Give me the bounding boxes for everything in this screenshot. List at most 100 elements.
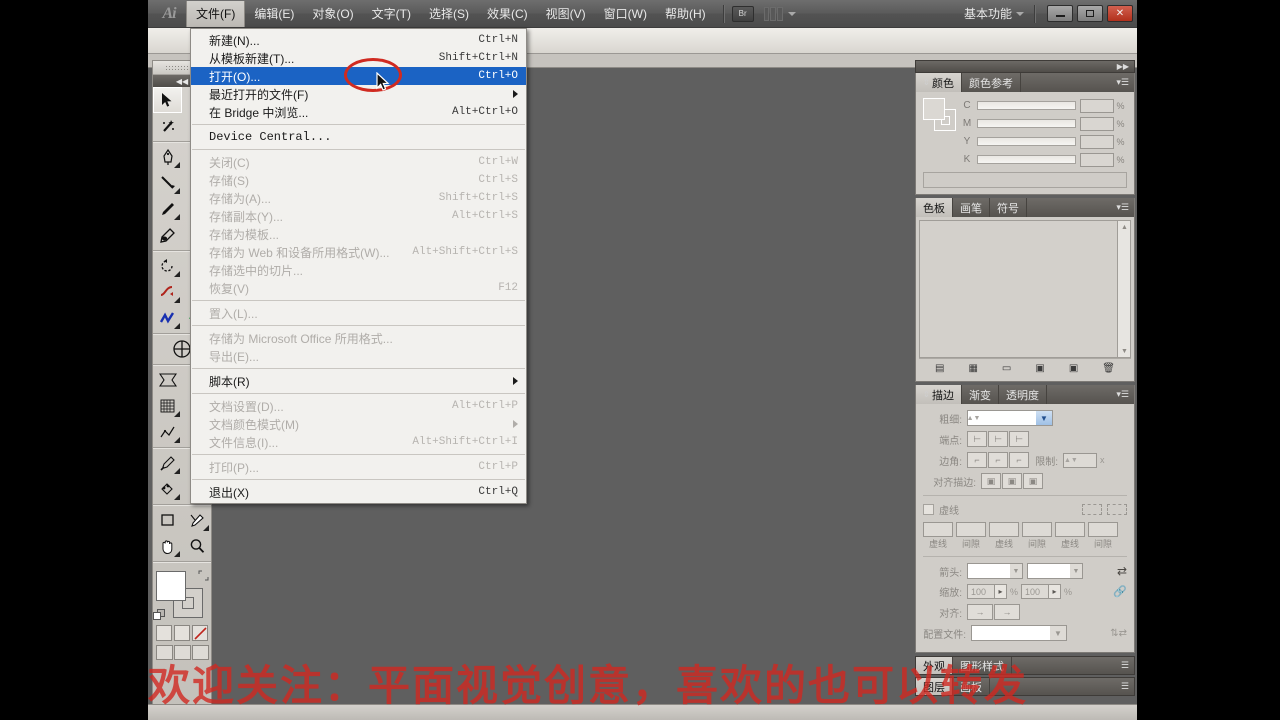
- delete-swatch-icon[interactable]: 🗑: [1102, 363, 1115, 374]
- show-swatch-kinds-icon[interactable]: ▦: [968, 363, 977, 374]
- arrange-documents-icon[interactable]: [763, 6, 784, 21]
- slice-tool[interactable]: [182, 507, 211, 533]
- tab-layers[interactable]: 图层: [916, 678, 953, 695]
- shape-builder-tool[interactable]: [153, 305, 182, 331]
- hand-tool[interactable]: [153, 533, 182, 559]
- artboard-tool[interactable]: [153, 507, 182, 533]
- file-menu-item[interactable]: 脚本(R): [191, 372, 526, 390]
- stroke-limit-input[interactable]: ▲▼: [1063, 452, 1097, 468]
- symbol-sprayer-tool[interactable]: [153, 393, 182, 419]
- appearance-panel-menu-icon[interactable]: ☰: [1116, 657, 1134, 674]
- go-to-bridge-icon[interactable]: Br: [731, 5, 754, 22]
- arrow-scale-end-stepper-icon[interactable]: ▸: [1048, 585, 1061, 598]
- paintbrush-tool[interactable]: [153, 196, 182, 222]
- round-join-button[interactable]: ⌐: [988, 452, 1008, 468]
- color-spectrum-ramp[interactable]: [923, 172, 1127, 188]
- live-paint-bucket-tool[interactable]: [153, 476, 182, 502]
- arrowhead-start-select[interactable]: ▼: [967, 563, 1023, 579]
- file-menu-item[interactable]: Device Central...: [191, 128, 526, 146]
- workspace-switcher[interactable]: 基本功能 ✕: [964, 4, 1137, 23]
- scroll-up-icon[interactable]: ▲: [1118, 221, 1131, 233]
- menu-item-view[interactable]: 视图(V): [537, 1, 595, 27]
- arrow-scale-start-input[interactable]: 100 ▸: [967, 584, 1007, 599]
- arrowhead-end-chevron-icon[interactable]: ▼: [1070, 564, 1082, 578]
- color-fill-button[interactable]: [156, 625, 172, 641]
- butt-cap-button[interactable]: ⊢: [967, 431, 987, 447]
- fill-color-swatch[interactable]: [156, 571, 186, 601]
- arrange-chevron-down-icon[interactable]: [787, 11, 796, 16]
- swatches-scrollbar[interactable]: ▲ ▼: [1117, 221, 1130, 357]
- fill-and-stroke-control[interactable]: [153, 568, 211, 622]
- extend-arrow-beyond-end-button[interactable]: →: [967, 604, 993, 620]
- place-arrow-at-end-button[interactable]: →: [994, 604, 1020, 620]
- color-fill-proxy[interactable]: [923, 98, 945, 120]
- stroke-weight-chevron-down-icon[interactable]: ▼: [1036, 411, 1052, 425]
- pen-tool[interactable]: [153, 144, 182, 170]
- magic-wand-tool[interactable]: [153, 113, 182, 139]
- arrow-scale-start-stepper-icon[interactable]: ▸: [994, 585, 1006, 598]
- dash-input-3[interactable]: [1055, 522, 1085, 537]
- channel-c-field[interactable]: [1080, 98, 1114, 113]
- default-fill-stroke-icon[interactable]: [153, 609, 166, 622]
- link-arrow-scales-icon[interactable]: 🔗: [1113, 585, 1127, 598]
- zoom-tool[interactable]: [182, 533, 211, 559]
- file-menu-item[interactable]: 新建(N)... Ctrl+N: [191, 31, 526, 49]
- color-panel-menu-icon[interactable]: ▾☰: [1111, 73, 1134, 92]
- color-fill-stroke-proxy[interactable]: [923, 98, 957, 132]
- tab-gradient[interactable]: 渐变: [962, 385, 999, 404]
- stroke-weight-stepper-icon[interactable]: ▲▼: [967, 411, 981, 425]
- line-segment-tool[interactable]: [153, 170, 182, 196]
- menu-item-file[interactable]: 文件(F): [186, 0, 246, 27]
- rotate-tool[interactable]: [153, 253, 182, 279]
- tab-artboards[interactable]: 画板: [953, 678, 990, 695]
- stroke-limit-stepper-icon[interactable]: ▲▼: [1064, 457, 1078, 464]
- gradient-tool[interactable]: [153, 367, 182, 393]
- tab-swatches[interactable]: 色板: [916, 198, 953, 217]
- align-stroke-center-button[interactable]: ▣: [981, 473, 1001, 489]
- channel-y-slider[interactable]: [977, 137, 1076, 146]
- swatches-grid[interactable]: ▲ ▼: [919, 220, 1131, 358]
- projecting-cap-button[interactable]: ⊢: [1009, 431, 1029, 447]
- window-close-button[interactable]: ✕: [1107, 5, 1133, 22]
- normal-screen-mode-button[interactable]: [155, 645, 173, 660]
- blob-brush-tool[interactable]: [153, 222, 182, 248]
- tab-brushes[interactable]: 画笔: [953, 198, 990, 217]
- channel-y-field[interactable]: [1080, 134, 1114, 149]
- selection-tool[interactable]: [153, 87, 182, 113]
- swatch-options-icon[interactable]: ▭: [1002, 363, 1011, 374]
- menu-item-select[interactable]: 选择(S): [420, 1, 478, 27]
- menu-item-object[interactable]: 对象(O): [303, 1, 362, 27]
- file-menu-item[interactable]: 在 Bridge 中浏览... Alt+Ctrl+O: [191, 103, 526, 121]
- arrowhead-end-select[interactable]: ▼: [1027, 563, 1083, 579]
- channel-k-field[interactable]: [1080, 152, 1114, 167]
- tab-graphic-styles[interactable]: 图形样式: [953, 657, 1012, 674]
- channel-c-slider[interactable]: [977, 101, 1076, 110]
- channel-m-field[interactable]: [1080, 116, 1114, 131]
- miter-join-button[interactable]: ⌐: [967, 452, 987, 468]
- tab-color[interactable]: ⇕ 颜色: [916, 73, 962, 92]
- layers-panel-menu-icon[interactable]: ☰: [1116, 678, 1134, 695]
- width-profile-select[interactable]: ▼: [971, 625, 1067, 641]
- dash-preserve-exact-icon[interactable]: [1082, 504, 1102, 515]
- flip-profile-icons[interactable]: ⇅⇄: [1110, 628, 1127, 639]
- dash-input-1[interactable]: [923, 522, 953, 537]
- file-menu-item[interactable]: 退出(X) Ctrl+Q: [191, 483, 526, 501]
- window-restore-button[interactable]: [1077, 5, 1103, 22]
- swap-arrowheads-icon[interactable]: ⇄: [1117, 564, 1127, 578]
- menu-item-window[interactable]: 窗口(W): [595, 1, 656, 27]
- channel-k-slider[interactable]: [977, 155, 1076, 164]
- window-minimize-button[interactable]: [1047, 5, 1073, 22]
- tab-symbols[interactable]: 符号: [990, 198, 1027, 217]
- gap-input-2[interactable]: [1022, 522, 1052, 537]
- dash-input-2[interactable]: [989, 522, 1019, 537]
- swatches-panel-menu-icon[interactable]: ▾☰: [1111, 198, 1134, 217]
- channel-m-slider[interactable]: [977, 119, 1076, 128]
- gap-input-1[interactable]: [956, 522, 986, 537]
- menu-item-type[interactable]: 文字(T): [363, 1, 420, 27]
- full-screen-menubar-mode-button[interactable]: [173, 645, 191, 660]
- arrow-scale-end-input[interactable]: 100 ▸: [1021, 584, 1062, 599]
- width-tool[interactable]: [153, 279, 182, 305]
- dock-expand-icon[interactable]: ▶▶: [915, 60, 1135, 73]
- new-swatch-icon[interactable]: ▣: [1069, 363, 1078, 374]
- full-screen-mode-button[interactable]: [191, 645, 209, 660]
